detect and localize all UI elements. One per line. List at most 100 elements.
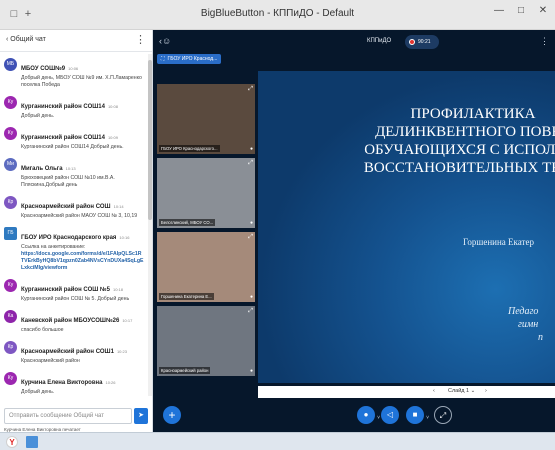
message-time: 10:06 — [68, 66, 79, 71]
audio-button[interactable]: ◁ — [381, 406, 399, 424]
webcam-list: ⤢ ГБОУ ИРО Краснодарского... ● ⤢ Белоглински… — [157, 84, 255, 380]
avatar: Ку — [4, 372, 17, 385]
mic-status-icon: ● — [249, 220, 253, 226]
chat-message: Ку Курганинский район СОШ14 10:09 Курганинс… — [0, 123, 148, 154]
actions-plus-button[interactable]: + — [163, 406, 181, 424]
send-message-button[interactable]: ➤ — [134, 408, 148, 424]
webcam-user-name: Горшенина Екатерина Е... — [159, 293, 214, 300]
slide-subtitle: Педаго гимн п — [508, 305, 543, 344]
slide-title-line: ВОССТАНОВИТЕЛЬНЫХ ТЕХН — [363, 160, 555, 176]
message-body: Красноармейский район СОШ1 10:23 Красноарм… — [21, 340, 144, 365]
message-time: 10:16 — [119, 235, 130, 240]
chat-message: Кр Красноармейский район СОШ1 10:23 Красноа… — [0, 337, 148, 368]
chevron-down-icon[interactable]: ˅ — [377, 409, 380, 427]
message-time: 10:09 — [107, 135, 118, 140]
avatar: Кр — [4, 341, 17, 354]
chat-message: Ку Курчина Елена Викторовна 10:26 Добрый де… — [0, 368, 148, 396]
chevron-down-icon[interactable]: ˅ — [426, 409, 429, 427]
close-button[interactable]: ✕ — [537, 5, 549, 16]
presenter-name: ГБОУ ИРО Краснод... — [167, 56, 218, 62]
chat-scrollbar[interactable] — [148, 54, 152, 396]
screenshare-button[interactable]: ⤢ — [434, 406, 452, 424]
chat-message-list: МБ МБОУ СОШ№9 10:06 Добрый день, МБОУ СОШ №… — [0, 54, 148, 396]
message-body: ГБОУ ИРО Краснодарского края 10:16 Ссылка … — [21, 226, 144, 272]
chat-message-input[interactable]: Отправить сообщение Общий чат — [4, 408, 132, 424]
slide-author: Горшенина Екатер — [463, 237, 534, 247]
record-dot-icon — [409, 39, 415, 45]
webcam-user-name: Белоглинский, МБОУ СО... — [159, 219, 216, 226]
chat-message: Ку Курганинский район СОШ №5 10:18 Курганин… — [0, 275, 148, 306]
chat-message: Кр Красноармейский район СОШ 10:14 Красноар… — [0, 192, 148, 223]
chat-panel: ‹ Общий чат ⋮ МБ МБОУ СОШ№9 10:06 Добрый де… — [0, 30, 153, 432]
message-author: Курганинский район СОШ №5 — [21, 287, 110, 293]
expand-icon[interactable]: ⤢ — [248, 234, 253, 241]
meeting-area: ‹☺ КППиДО 90:21 ⋮ ⛶ ГБОУ ИРО Краснод... ⤢… — [153, 30, 555, 432]
meeting-name: КППиДО — [367, 38, 392, 44]
message-link[interactable]: https://docs.google.com/forms/d/e/1FAIpQ… — [21, 251, 144, 272]
avatar: МБ — [4, 58, 17, 71]
chat-header[interactable]: ‹ Общий чат ⋮ — [0, 30, 152, 52]
message-time: 10:13 — [65, 166, 76, 171]
chat-message: Ми Мигаль Ольга 10:13 Брюховецкий район СОШ… — [0, 154, 148, 192]
message-body: Курчина Елена Викторовна 10:26 Добрый день… — [21, 371, 144, 396]
slide-title-line: ДЕЛИНКВЕНТНОГО ПОВЕД — [375, 124, 555, 140]
chat-message: Ка Каневской район МБОУСОШ№26 10:17 спасибо… — [0, 306, 148, 337]
message-text: Красноармейский район МАОУ СОШ № 3, 10,1… — [21, 213, 138, 219]
users-toggle-icon[interactable]: ‹☺ — [159, 36, 171, 46]
expand-icon[interactable]: ⤢ — [248, 86, 253, 93]
webcam-user-name: Красноармейский район — [159, 367, 211, 374]
webcam-tile[interactable]: ⤢ Горшенина Екатерина Е... ● — [157, 232, 255, 302]
meeting-topbar: ‹☺ КППиДО 90:21 ⋮ — [153, 30, 555, 54]
slide-title: ПРОФИЛАКТИКА ДЕЛИНКВЕНТНОГО ПОВЕД ОБУЧАЮ… — [308, 105, 555, 177]
message-body: Мигаль Ольга 10:13 Брюховецкий район СОШ №… — [21, 157, 144, 189]
message-author: Красноармейский район СОШ — [21, 204, 111, 210]
chat-message: Ку Курганинский район СОШ14 10:08 Добрый де… — [0, 92, 148, 123]
message-text: Курганинский район СОШ14 Добрый день. — [21, 144, 124, 150]
fullscreen-icon: ⛶ — [161, 56, 165, 62]
webcam-tile[interactable]: ⤢ ГБОУ ИРО Краснодарского... ● — [157, 84, 255, 154]
message-body: Курганинский район СОШ14 10:08 Добрый день… — [21, 95, 144, 120]
mic-status-icon: ● — [249, 368, 253, 374]
avatar: Ку — [4, 127, 17, 140]
message-author: Курчина Елена Викторовна — [21, 380, 103, 386]
more-options-icon[interactable]: ⋮ — [135, 33, 146, 46]
webcam-tile[interactable]: ⤢ Красноармейский район ● — [157, 306, 255, 376]
recording-indicator[interactable]: 90:21 — [405, 35, 439, 49]
message-time: 10:23 — [116, 349, 127, 354]
message-text: спасибо большое — [21, 327, 64, 333]
message-author: Красноармейский район СОШ1 — [21, 349, 114, 355]
recording-time: 90:21 — [418, 39, 431, 45]
slide-selector[interactable]: Слайд 1 ⌄ — [448, 388, 475, 394]
message-text: Добрый день. — [21, 389, 55, 395]
yandex-browser-icon[interactable]: Y — [6, 436, 18, 448]
message-author: Курганинский район СОШ14 — [21, 135, 105, 141]
options-menu-icon[interactable]: ⋮ — [540, 36, 549, 47]
minimize-button[interactable]: — — [493, 5, 505, 16]
avatar: ГБ — [4, 227, 17, 240]
webcam-user-name: ГБОУ ИРО Краснодарского... — [159, 145, 220, 152]
file-manager-icon[interactable] — [26, 436, 38, 448]
message-text: Курганинский район СОШ № 5. Добрый день — [21, 296, 130, 302]
video-button[interactable]: ■ ˅ — [406, 406, 429, 424]
maximize-button[interactable]: □ — [515, 5, 527, 16]
message-text: Добрый день, МБОУ СОШ №9 им. Х.П.Ламарен… — [21, 75, 142, 88]
scrollbar-thumb[interactable] — [148, 60, 152, 220]
message-time: 10:08 — [107, 104, 118, 109]
presenter-badge[interactable]: ⛶ ГБОУ ИРО Краснод... — [157, 54, 222, 64]
expand-icon[interactable]: ⤢ — [248, 308, 253, 315]
chat-title[interactable]: ‹ Общий чат — [6, 36, 46, 43]
chat-message: МБ МБОУ СОШ№9 10:06 Добрый день, МБОУ СОШ №… — [0, 54, 148, 92]
meeting-controls: + ● ˅ ◁ ■ ˅ ⤢ — [153, 402, 555, 432]
previous-slide-button[interactable]: ‹ — [433, 388, 435, 394]
next-slide-button[interactable]: › — [485, 388, 487, 394]
microphone-button[interactable]: ● ˅ — [357, 406, 380, 424]
microphone-icon: ● — [363, 410, 369, 419]
message-author: МБОУ СОШ№9 — [21, 66, 66, 72]
slide-title-line: ОБУЧАЮЩИХСЯ С ИСПОЛЬЗО — [364, 142, 555, 158]
expand-icon[interactable]: ⤢ — [248, 160, 253, 167]
message-time: 10:26 — [105, 380, 116, 385]
message-time: 10:18 — [112, 287, 123, 292]
mic-status-icon: ● — [249, 146, 253, 152]
webcam-tile[interactable]: ⤢ Белоглинский, МБОУ СО... ● — [157, 158, 255, 228]
message-text: Красноармейский район — [21, 358, 80, 364]
